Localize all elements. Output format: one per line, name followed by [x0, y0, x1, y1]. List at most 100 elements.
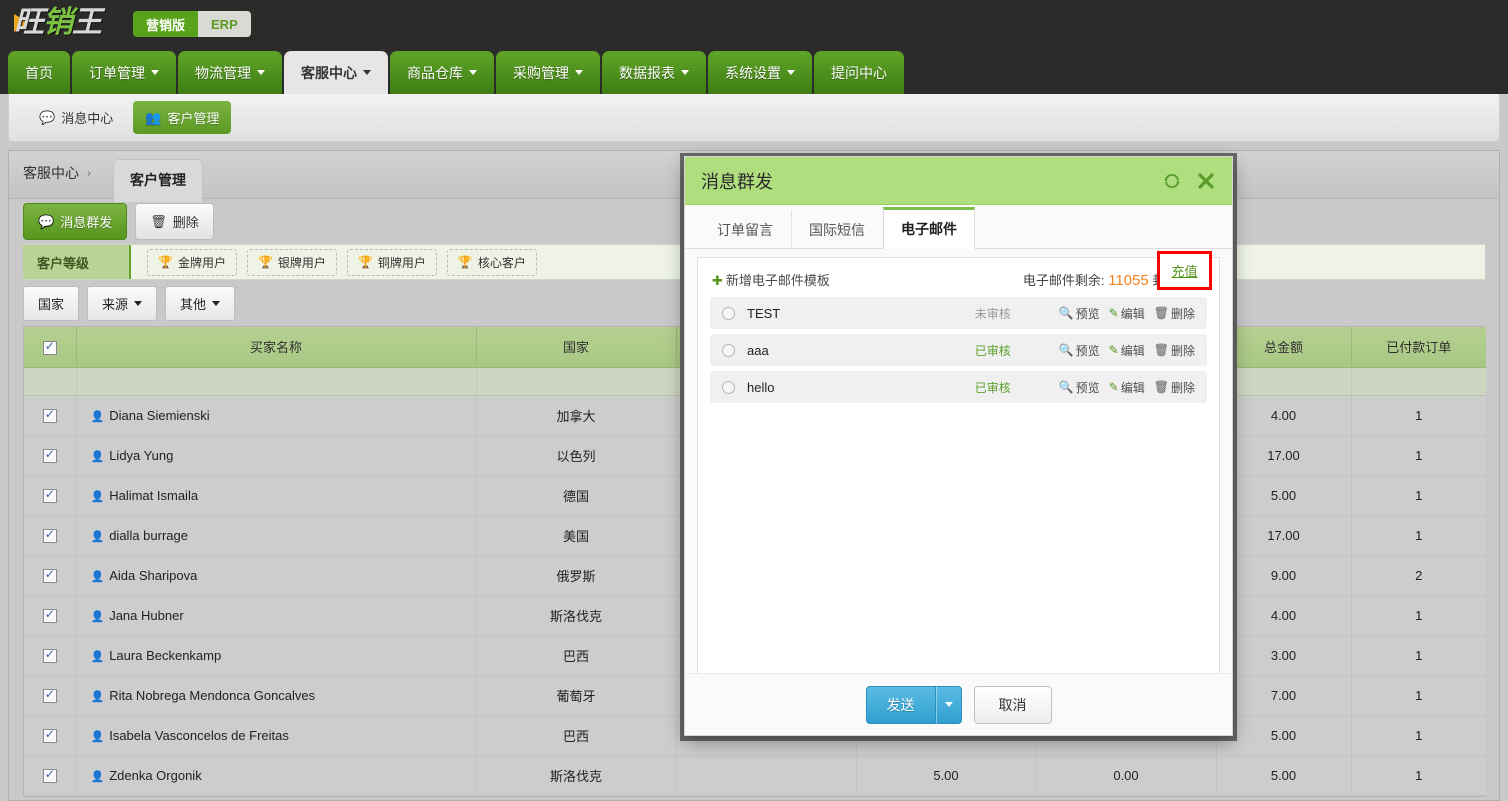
filter-cell[interactable]: [76, 367, 477, 396]
nav-tab-purchasing[interactable]: 采购管理: [496, 51, 600, 94]
template-row[interactable]: TEST 未审核 🔍 预览 ✎ 编辑 🗑 删除: [710, 297, 1207, 329]
cancel-button[interactable]: 取消: [973, 685, 1052, 724]
template-radio[interactable]: [722, 306, 735, 320]
template-row[interactable]: aaa 已审核 🔍 预览 ✎ 编辑 🗑 删除: [710, 334, 1207, 366]
row-checkbox[interactable]: [42, 647, 57, 663]
row-checkbox[interactable]: [42, 607, 57, 623]
nav-tab-home[interactable]: 首页: [8, 51, 70, 94]
nav-tab-orders[interactable]: 订单管理: [72, 51, 176, 94]
level-tag-silver[interactable]: 🏆 银牌用户: [246, 248, 337, 276]
action-label: 预览: [1075, 306, 1100, 321]
filter-cell[interactable]: [1351, 367, 1486, 396]
modal-tab-order-message[interactable]: 订单留言: [699, 210, 791, 249]
filter-source-button[interactable]: 来源: [87, 285, 158, 321]
cell-buyer: Isabela Vasconcelos de Freitas: [76, 715, 477, 756]
template-radio[interactable]: [722, 343, 735, 357]
edition-marketing[interactable]: 营销版: [133, 11, 199, 37]
select-all-checkbox[interactable]: [42, 339, 57, 355]
template-delete-action[interactable]: 🗑 删除: [1154, 342, 1195, 359]
send-dropdown-toggle[interactable]: [935, 685, 962, 724]
cell-country: 斯洛伐克: [476, 755, 677, 796]
template-delete-action[interactable]: 🗑 删除: [1154, 379, 1195, 396]
cell-paid: 1: [1351, 515, 1486, 556]
chevron-down-icon: [469, 70, 477, 75]
breadcrumb-parent[interactable]: 客服中心: [23, 163, 79, 183]
cell-buyer: dialla burrage: [76, 515, 477, 556]
page-tab-customer-management[interactable]: 客户管理: [113, 159, 203, 202]
table-row[interactable]: Zdenka Orgonik 斯洛伐克 5.00 0.00 5.00 1: [24, 755, 1486, 796]
modal-tab-email[interactable]: 电子邮件: [883, 207, 975, 249]
template-preview-action[interactable]: 🔍 预览: [1059, 342, 1100, 359]
row-checkbox[interactable]: [42, 407, 57, 423]
nav-tab-logistics[interactable]: 物流管理: [178, 51, 282, 94]
filter-label: 国家: [38, 296, 65, 312]
column-header-buyer[interactable]: 买家名称: [76, 327, 477, 368]
row-checkbox[interactable]: [42, 487, 57, 503]
row-checkbox[interactable]: [42, 727, 57, 743]
row-checkbox[interactable]: [42, 567, 57, 583]
row-checkbox-cell[interactable]: [24, 675, 77, 716]
nav-tab-warehouse[interactable]: 商品仓库: [390, 51, 494, 94]
subnav-item-message-center[interactable]: 💬 消息中心: [27, 101, 125, 134]
nav-tab-help[interactable]: 提问中心: [814, 51, 904, 94]
buyer-name: Halimat Ismaila: [109, 487, 199, 503]
refresh-icon[interactable]: [1162, 171, 1182, 191]
action-label: 删除: [1170, 343, 1195, 358]
cell-total: 5.00: [1216, 755, 1352, 796]
row-checkbox-cell[interactable]: [24, 515, 77, 556]
column-header-country[interactable]: 国家: [476, 327, 677, 368]
template-edit-action[interactable]: ✎ 编辑: [1109, 342, 1145, 359]
nav-tab-customer-service[interactable]: 客服中心: [284, 51, 388, 94]
column-header-paid-orders[interactable]: 已付款订单: [1351, 327, 1486, 368]
bulk-message-button[interactable]: 💬 消息群发: [23, 203, 128, 240]
row-checkbox[interactable]: [42, 767, 57, 783]
cell-paid: 1: [1351, 715, 1486, 756]
filter-cell[interactable]: [476, 367, 677, 396]
row-checkbox[interactable]: [42, 527, 57, 543]
edition-switcher[interactable]: 营销版 ERP: [133, 11, 251, 37]
filter-other-button[interactable]: 其他: [165, 285, 236, 321]
template-status: 未审核: [974, 306, 1011, 321]
customer-level-label: 客户等级: [23, 245, 131, 279]
nav-tab-reports[interactable]: 数据报表: [602, 51, 706, 94]
level-tag-core[interactable]: 🏆 核心客户: [446, 248, 537, 276]
cell-buyer: Jana Hubner: [76, 595, 477, 636]
app-logo[interactable]: 旺销王: [14, 2, 102, 44]
modal-tab-international-sms[interactable]: 国际短信: [791, 210, 883, 249]
template-delete-action[interactable]: 🗑 删除: [1154, 305, 1195, 322]
template-preview-action[interactable]: 🔍 预览: [1059, 305, 1100, 322]
send-split-button[interactable]: 发送: [865, 685, 962, 724]
row-checkbox-cell[interactable]: [24, 755, 77, 796]
subnav-item-customer-management[interactable]: 👥 客户管理: [133, 101, 232, 134]
edition-erp[interactable]: ERP: [198, 11, 251, 37]
template-edit-action[interactable]: ✎ 编辑: [1109, 379, 1145, 396]
template-preview-action[interactable]: 🔍 预览: [1059, 379, 1100, 396]
select-all-header[interactable]: [24, 327, 77, 368]
search-icon: 🔍: [1058, 343, 1074, 357]
row-checkbox-cell[interactable]: [24, 715, 77, 756]
add-email-template-button[interactable]: ✚ 新增电子邮件模板: [712, 270, 830, 289]
close-icon[interactable]: [1196, 171, 1216, 191]
sub-nav: 💬 消息中心 👥 客户管理: [8, 94, 1500, 142]
template-row[interactable]: hello 已审核 🔍 预览 ✎ 编辑 🗑 删除: [710, 371, 1207, 403]
bulk-message-label: 消息群发: [60, 215, 113, 230]
nav-tab-settings[interactable]: 系统设置: [708, 51, 812, 94]
level-tag-gold[interactable]: 🏆 金牌用户: [147, 248, 237, 276]
send-button[interactable]: 发送: [865, 685, 936, 724]
row-checkbox-cell[interactable]: [24, 595, 77, 636]
level-tag-bronze[interactable]: 🏆 铜牌用户: [346, 248, 437, 276]
delete-button[interactable]: 🗑 删除: [135, 203, 214, 240]
row-checkbox[interactable]: [42, 447, 57, 463]
template-radio[interactable]: [722, 380, 735, 394]
template-edit-action[interactable]: ✎ 编辑: [1109, 305, 1145, 322]
row-checkbox[interactable]: [42, 687, 57, 703]
filter-country-button[interactable]: 国家: [23, 285, 80, 321]
row-checkbox-cell[interactable]: [24, 435, 77, 476]
row-checkbox-cell[interactable]: [24, 635, 77, 676]
row-checkbox-cell[interactable]: [24, 475, 77, 516]
row-checkbox-cell[interactable]: [24, 555, 77, 596]
template-name: hello: [747, 379, 775, 395]
topup-link-highlighted[interactable]: 充值: [1171, 261, 1197, 280]
user-icon: [91, 488, 110, 503]
row-checkbox-cell[interactable]: [24, 395, 77, 436]
